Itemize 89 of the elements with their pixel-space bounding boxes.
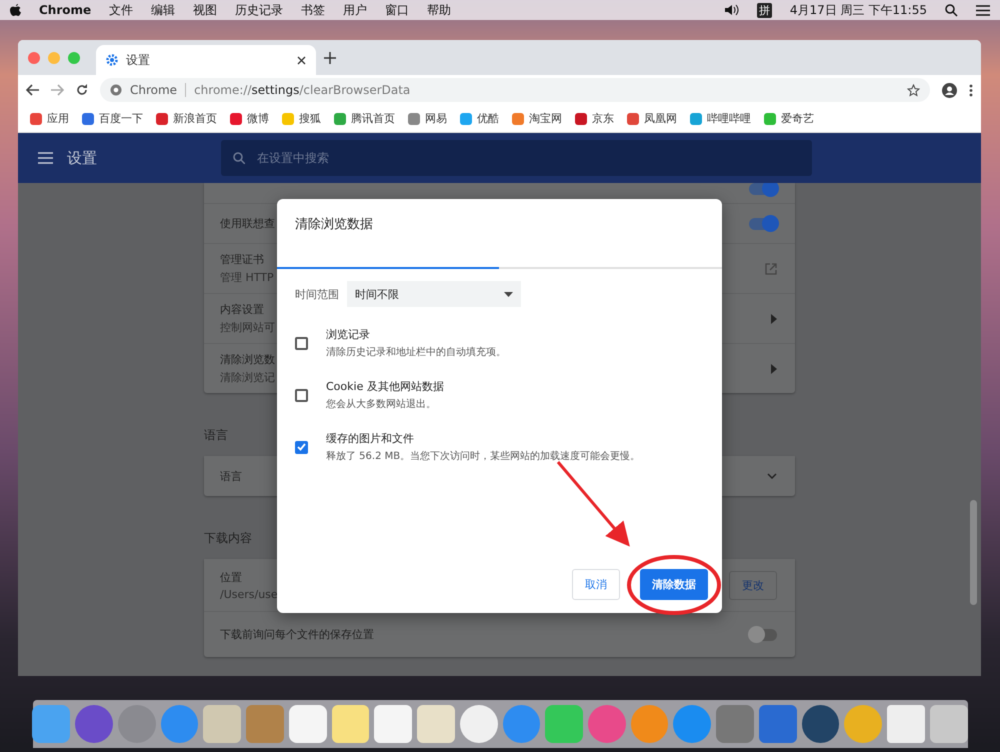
address-bar[interactable]: Chrome chrome://settings/clearBrowserData xyxy=(100,78,930,102)
menu-item[interactable]: 用户 xyxy=(343,2,368,18)
dock-app-icon[interactable] xyxy=(930,705,968,743)
bookmark[interactable]: 优酷 xyxy=(460,111,499,126)
dock-app-icon[interactable] xyxy=(374,705,412,743)
dock-app-icon[interactable] xyxy=(460,705,498,743)
close-icon xyxy=(297,56,306,64)
setting-title: 位置 xyxy=(220,570,242,584)
gear-icon xyxy=(106,54,118,66)
star-icon xyxy=(907,84,920,96)
checkbox[interactable] xyxy=(295,336,308,350)
new-tab-icon xyxy=(324,52,336,64)
back-arrow-icon xyxy=(26,84,39,96)
clear-data-button[interactable]: 清除数据 xyxy=(640,569,708,600)
menu-item[interactable]: 编辑 xyxy=(151,2,176,18)
bookmark[interactable]: 搜狐 xyxy=(282,111,321,126)
setting-title: 使用联想查 xyxy=(220,216,275,231)
menu-item[interactable]: 帮助 xyxy=(427,2,452,18)
option-title: Cookie 及其他网站数据 xyxy=(326,379,444,394)
bookmark[interactable]: 微博 xyxy=(230,111,269,126)
toggle-switch[interactable] xyxy=(749,218,777,230)
menu-item[interactable]: 书签 xyxy=(301,2,326,18)
browser-tab[interactable]: 设置 xyxy=(96,45,316,75)
menu-item[interactable]: 历史记录 xyxy=(235,2,284,18)
cancel-button[interactable]: 取消 xyxy=(572,569,620,600)
bookmark[interactable]: 网易 xyxy=(408,111,447,126)
dropdown-caret-icon xyxy=(504,292,513,296)
caret-icon xyxy=(771,314,777,324)
bookmark[interactable]: 凤凰网 xyxy=(627,111,677,126)
bookmark[interactable]: 百度一下 xyxy=(82,111,143,126)
checkbox[interactable] xyxy=(295,388,308,402)
section-heading: 下载内容 xyxy=(204,530,252,547)
setting-description: 管理 HTTP xyxy=(220,270,274,285)
menu-item[interactable]: 视图 xyxy=(193,2,218,18)
dock-app-icon[interactable] xyxy=(716,705,754,743)
apple-logo-icon xyxy=(10,4,21,16)
menu-clock[interactable]: 4月17日 周三 下午11:55 xyxy=(790,2,927,18)
time-range-label: 时间范围 xyxy=(295,286,339,302)
dock-app-icon[interactable] xyxy=(332,705,370,743)
setting-description: 控制网站可 xyxy=(220,320,275,335)
bookmark[interactable]: 爱奇艺 xyxy=(764,111,814,126)
option-title: 缓存的图片和文件 xyxy=(326,431,414,446)
caret-icon xyxy=(771,364,777,374)
more-icon xyxy=(969,84,973,96)
option-description: 释放了 56.2 MB。当您下次访问时，某些网站的加载速度可能会更慢。 xyxy=(326,450,640,463)
setting-description: 清除浏览记 xyxy=(220,370,275,385)
menu-item[interactable]: 窗口 xyxy=(385,2,410,18)
input-method-indicator[interactable]: 拼 xyxy=(756,2,772,18)
list-icon xyxy=(976,4,990,16)
search-icon xyxy=(945,4,958,16)
option-title: 浏览记录 xyxy=(326,327,370,342)
settings-search-field[interactable]: 在设置中搜索 xyxy=(221,140,812,176)
dialog-title: 清除浏览数据 xyxy=(295,216,374,233)
option-description: 清除历史记录和地址栏中的自动填充项。 xyxy=(326,346,506,359)
bookmark[interactable]: 哔哩哔哩 xyxy=(690,111,751,126)
chrome-page-icon xyxy=(110,84,122,96)
setting-title: 内容设置 xyxy=(220,302,264,317)
menu-icon xyxy=(38,152,53,164)
setting-title: 下载前询问每个文件的保存位置 xyxy=(220,627,374,642)
setting-title: 语言 xyxy=(220,468,242,484)
bookmark[interactable]: 京东 xyxy=(575,111,614,126)
setting-description: /Users/use xyxy=(220,588,278,600)
profile-icon xyxy=(942,82,957,98)
bookmark[interactable]: 新浪首页 xyxy=(156,111,217,126)
toggle-switch[interactable] xyxy=(749,628,777,640)
setting-title: 管理证书 xyxy=(220,252,264,267)
dock-app-icon[interactable] xyxy=(288,705,327,743)
menu-item[interactable]: 文件 xyxy=(109,2,134,18)
dock-app-icon[interactable] xyxy=(758,705,797,743)
external-link-icon xyxy=(765,262,777,274)
dock-app-icon[interactable] xyxy=(75,705,113,743)
dock-app-icon[interactable] xyxy=(203,705,242,743)
scrollbar[interactable] xyxy=(970,500,977,605)
reload-icon xyxy=(76,84,88,96)
menu-app-name[interactable]: Chrome xyxy=(39,3,92,17)
settings-title: 设置 xyxy=(67,148,97,168)
setting-title: 清除浏览数 xyxy=(220,352,275,367)
volume-icon xyxy=(724,4,739,16)
bookmark[interactable]: 淘宝网 xyxy=(512,111,562,126)
dock-app-icon[interactable] xyxy=(802,705,840,743)
section-heading: 语言 xyxy=(204,427,228,444)
time-range-select[interactable]: 时间不限 xyxy=(347,281,521,307)
search-icon xyxy=(233,152,245,164)
bookmark[interactable]: 应用 xyxy=(30,111,69,126)
checkbox[interactable] xyxy=(295,440,308,454)
toggle-switch[interactable] xyxy=(749,183,777,195)
bookmark[interactable]: 腾讯首页 xyxy=(334,111,395,126)
forward-arrow-icon xyxy=(51,84,64,96)
option-description: 您会从大多数网站退出。 xyxy=(326,398,436,411)
